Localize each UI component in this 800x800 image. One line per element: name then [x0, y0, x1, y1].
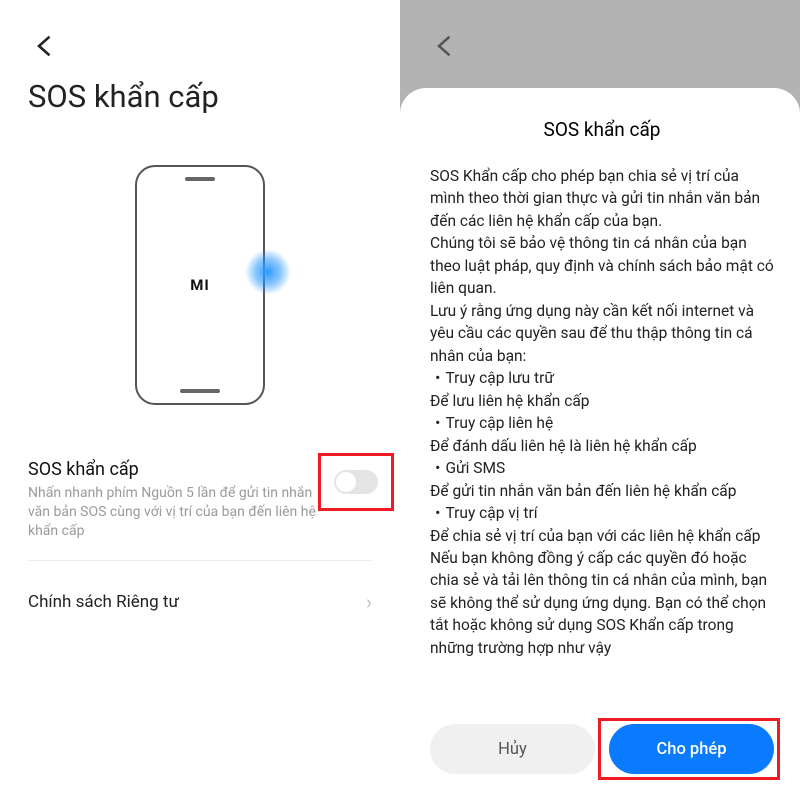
sos-toggle[interactable]: [334, 470, 378, 494]
sheet-body: SOS Khẩn cấp cho phép bạn chia sẻ vị trí…: [430, 165, 774, 708]
cancel-button[interactable]: Hủy: [430, 724, 595, 774]
allow-highlight: [598, 718, 780, 780]
phone-illustration: MI: [0, 150, 400, 420]
page-title: SOS khẩn cấp: [28, 78, 219, 115]
divider: [28, 560, 372, 561]
arrow-left-icon: [432, 32, 460, 60]
arrow-left-icon: [32, 32, 60, 60]
back-button[interactable]: [32, 32, 60, 64]
chevron-right-icon: ›: [366, 590, 372, 614]
bottom-sheet: SOS khẩn cấp SOS Khẩn cấp cho phép bạn c…: [400, 88, 800, 800]
settings-screen: SOS khẩn cấp MI SOS khẩn cấp Nhấn nhanh …: [0, 0, 400, 800]
back-button[interactable]: [432, 32, 460, 64]
privacy-policy-row[interactable]: Chính sách Riêng tư ›: [28, 590, 372, 614]
phone-brand-label: MI: [190, 276, 210, 294]
sheet-title: SOS khẩn cấp: [430, 118, 774, 141]
permission-dialog-screen: SOS khẩn cấp SOS Khẩn cấp cho phép bạn c…: [400, 0, 800, 800]
power-button-highlight: [245, 249, 291, 295]
sos-description: Nhấn nhanh phím Nguồn 5 lần để gửi tin n…: [28, 484, 318, 541]
privacy-label: Chính sách Riêng tư: [28, 592, 179, 612]
